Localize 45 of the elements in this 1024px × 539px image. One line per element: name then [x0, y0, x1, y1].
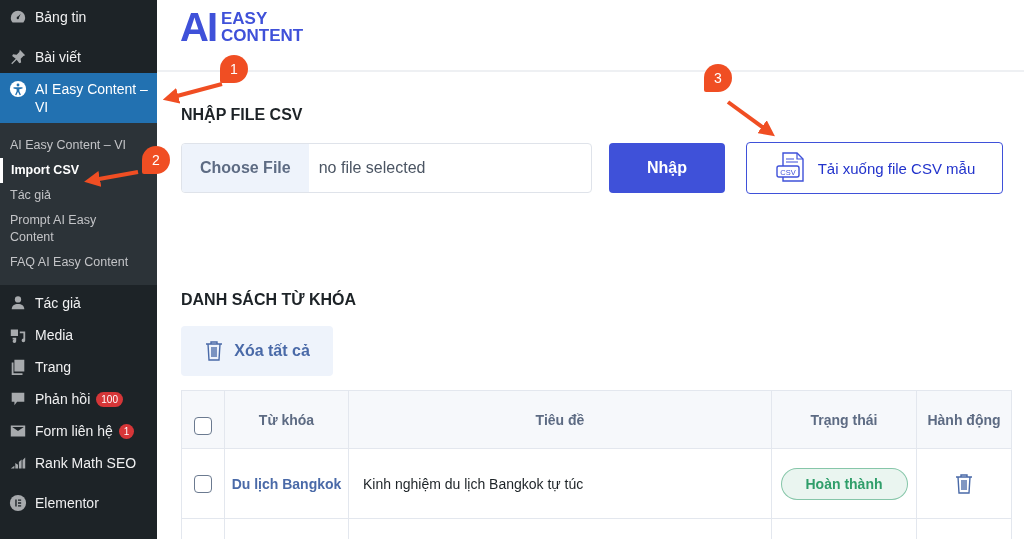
submenu-item[interactable]: Tác giả	[0, 183, 57, 208]
elementor-icon	[9, 494, 27, 512]
status-badge: Hoàn thành	[780, 467, 908, 500]
submenu-item[interactable]: FAQ AI Easy Content	[0, 250, 135, 275]
step-badge: 3	[704, 64, 732, 92]
submenu-item[interactable]: AI Easy Content – VI	[0, 133, 133, 158]
sidebar-item[interactable]: Form liên hệ 1	[0, 415, 157, 447]
annotation-arrow	[84, 170, 139, 187]
trash-icon	[204, 340, 225, 362]
sidebar-item[interactable]: Rank Math SEO	[0, 447, 157, 479]
file-input[interactable]: Choose File no file selected	[181, 143, 592, 193]
count-badge: 100	[96, 391, 123, 407]
trash-icon[interactable]	[954, 472, 974, 495]
title-cell: Kinh nghiệm du lịch Bangkok tự túc	[363, 475, 584, 492]
pin-icon	[9, 48, 27, 66]
submenu-item[interactable]: Prompt AI Easy Content	[0, 208, 142, 250]
user-icon	[9, 294, 27, 312]
sidebar-item[interactable]: Trang	[0, 351, 157, 383]
count-badge: 1	[118, 423, 135, 439]
step-badge: 1	[220, 55, 248, 83]
step-badge: 2	[142, 146, 170, 174]
accessibility-icon	[9, 80, 27, 98]
sidebar-item[interactable]: AI Easy Content – VI	[0, 73, 157, 123]
section-heading: NHẬP FILE CSV	[181, 106, 304, 124]
submenu-item[interactable]: Import CSV	[0, 158, 86, 183]
import-button[interactable]: Nhập	[609, 143, 725, 193]
column-header: Trạng thái	[810, 411, 878, 428]
column-header: Hành động	[927, 411, 1001, 428]
checkbox[interactable]	[194, 416, 212, 435]
annotation-arrow	[726, 100, 775, 137]
pages-icon	[9, 358, 27, 376]
sidebar-item[interactable]: Bảng tin	[0, 1, 157, 33]
sidebar-item[interactable]: Elementor	[0, 487, 157, 519]
delete-all-button[interactable]: Xóa tất cả	[181, 326, 333, 376]
column-header: Từ khóa	[258, 411, 315, 428]
comment-icon	[9, 390, 27, 408]
sidebar-item[interactable]: Bài viết	[0, 41, 157, 73]
keyword-link[interactable]: Du lịch Bangkok	[231, 475, 342, 492]
sidebar-item[interactable]: Media	[0, 319, 157, 351]
sidebar-item[interactable]: Phản hồi 100	[0, 383, 157, 415]
sidebar-item[interactable]: Tác giả	[0, 287, 157, 319]
column-header: Tiêu đề	[535, 411, 585, 428]
section-heading: DANH SÁCH TỪ KHÓA	[181, 291, 358, 309]
annotation-arrow	[162, 82, 223, 104]
checkbox[interactable]	[194, 474, 212, 493]
